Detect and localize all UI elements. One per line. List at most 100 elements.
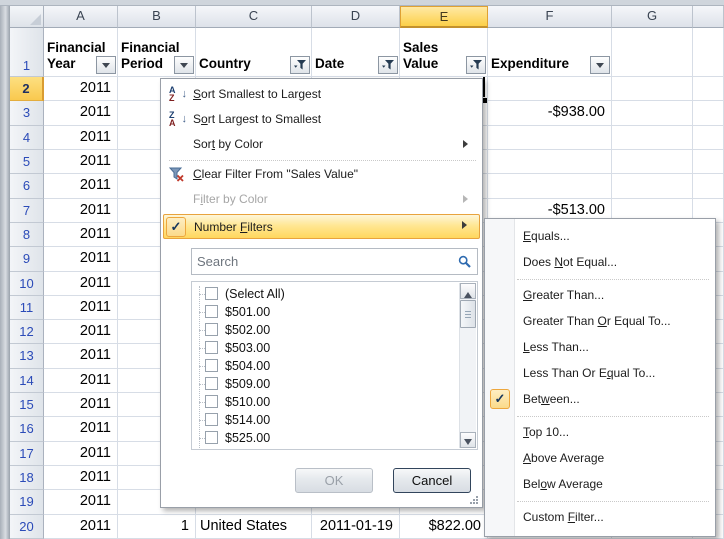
row-header-4[interactable]: 4 xyxy=(10,126,44,150)
cell-G4[interactable] xyxy=(612,126,693,150)
cell-A7[interactable]: 2011 xyxy=(44,199,118,223)
submenu-item-custom-filter[interactable]: Custom Filter... xyxy=(487,506,715,528)
list-item-partial[interactable] xyxy=(192,447,442,450)
cell-A16[interactable]: 2011 xyxy=(44,417,118,441)
cell-E20[interactable]: $822.00 xyxy=(400,515,488,539)
cell-A17[interactable]: 2011 xyxy=(44,442,118,466)
cell-G2[interactable] xyxy=(612,77,693,101)
cell-A18[interactable]: 2011 xyxy=(44,466,118,490)
search-input[interactable] xyxy=(197,252,447,271)
cancel-button[interactable]: Cancel xyxy=(393,468,471,493)
scroll-up-button[interactable] xyxy=(460,283,476,299)
checkbox[interactable] xyxy=(205,377,218,390)
list-item-501-00[interactable]: $501.00 xyxy=(192,303,442,321)
checkbox[interactable] xyxy=(205,305,218,318)
list-item-502-00[interactable]: $502.00 xyxy=(192,321,442,339)
cell-A10[interactable]: 2011 xyxy=(44,272,118,296)
cell-A2[interactable]: 2011 xyxy=(44,77,118,101)
cell-A9[interactable]: 2011 xyxy=(44,247,118,271)
menu-item-sort-smallest-to-largest[interactable]: AZ↓Sort Smallest to Largest xyxy=(163,84,480,105)
list-item-503-00[interactable]: $503.00 xyxy=(192,339,442,357)
row-header-5[interactable]: 5 xyxy=(10,150,44,174)
checkbox[interactable] xyxy=(205,323,218,336)
filter-button-sales-value[interactable] xyxy=(466,56,486,74)
cell-H6[interactable] xyxy=(693,174,724,198)
header-cell-sales-value[interactable]: Sales Value xyxy=(400,28,488,77)
row-header-14[interactable]: 14 xyxy=(10,369,44,393)
row-header-3[interactable]: 3 xyxy=(10,101,44,125)
cell-A3[interactable]: 2011 xyxy=(44,101,118,125)
filter-button-expenditure[interactable] xyxy=(590,56,610,74)
cell-B20[interactable]: 1 xyxy=(118,515,196,539)
cell-F6[interactable] xyxy=(488,174,612,198)
row-header-18[interactable]: 18 xyxy=(10,466,44,490)
header-cell-financial-year[interactable]: Financial Year xyxy=(44,28,118,77)
column-header-C[interactable]: C xyxy=(196,6,312,28)
filter-button-financial-year[interactable] xyxy=(96,56,116,74)
checkbox[interactable] xyxy=(205,413,218,426)
list-item-514-00[interactable]: $514.00 xyxy=(192,411,442,429)
submenu-item-between[interactable]: ✓Between... xyxy=(487,388,715,410)
submenu-item-above-average[interactable]: Above Average xyxy=(487,447,715,469)
row-header-15[interactable]: 15 xyxy=(10,393,44,417)
scroll-down-button[interactable] xyxy=(460,432,476,448)
row-header-16[interactable]: 16 xyxy=(10,417,44,441)
cell-G3[interactable] xyxy=(612,101,693,125)
menu-item-sort-by-color[interactable]: Sort by Color xyxy=(163,134,480,155)
filter-button-country[interactable] xyxy=(290,56,310,74)
checkbox[interactable] xyxy=(205,449,218,450)
column-header-partial[interactable] xyxy=(693,6,724,28)
header-cell-financial-period[interactable]: Financial Period xyxy=(118,28,196,77)
cell-H4[interactable] xyxy=(693,126,724,150)
cell-F4[interactable] xyxy=(488,126,612,150)
column-header-G[interactable]: G xyxy=(612,6,693,28)
row-header-9[interactable]: 9 xyxy=(10,247,44,271)
checkbox[interactable] xyxy=(205,395,218,408)
cell-H5[interactable] xyxy=(693,150,724,174)
select-all-corner[interactable] xyxy=(10,6,44,28)
cell-A12[interactable]: 2011 xyxy=(44,320,118,344)
row-header-13[interactable]: 13 xyxy=(10,344,44,368)
row-header-1[interactable]: 1 xyxy=(10,28,44,77)
column-header-B[interactable]: B xyxy=(118,6,196,28)
menu-item-clear-filter-from-sales-value[interactable]: Clear Filter From "Sales Value" xyxy=(163,164,480,185)
filter-button-date[interactable] xyxy=(378,56,398,74)
cell-F3[interactable]: -$938.00 xyxy=(488,101,612,125)
submenu-item-greater-than[interactable]: Greater Than... xyxy=(487,284,715,306)
submenu-item-below-average[interactable]: Below Average xyxy=(487,473,715,495)
checkbox[interactable] xyxy=(205,341,218,354)
column-header-E[interactable]: E xyxy=(400,6,488,28)
submenu-item-does-not-equal[interactable]: Does Not Equal... xyxy=(487,251,715,273)
checkbox[interactable] xyxy=(205,287,218,300)
cell-G6[interactable] xyxy=(612,174,693,198)
list-item-510-00[interactable]: $510.00 xyxy=(192,393,442,411)
cell-A6[interactable]: 2011 xyxy=(44,174,118,198)
cell-C20[interactable]: United States xyxy=(196,515,312,539)
row-header-2[interactable]: 2 xyxy=(10,77,44,101)
cell-A14[interactable]: 2011 xyxy=(44,369,118,393)
submenu-item-equals[interactable]: Equals... xyxy=(487,225,715,247)
row-header-17[interactable]: 17 xyxy=(10,442,44,466)
cell-A8[interactable]: 2011 xyxy=(44,223,118,247)
cell-A19[interactable]: 2011 xyxy=(44,490,118,514)
submenu-item-greater-than-or-equal-to[interactable]: Greater Than Or Equal To... xyxy=(487,310,715,332)
row-header-7[interactable]: 7 xyxy=(10,199,44,223)
header-cell-expenditure[interactable]: Expenditure xyxy=(488,28,612,77)
header-cell-country[interactable]: Country xyxy=(196,28,312,77)
list-item-select-all[interactable]: (Select All) xyxy=(192,285,442,303)
submenu-item-less-than[interactable]: Less Than... xyxy=(487,336,715,358)
header-cell-date[interactable]: Date xyxy=(312,28,400,77)
cell-G1[interactable] xyxy=(612,28,693,77)
cell-H1[interactable] xyxy=(693,28,724,77)
row-header-19[interactable]: 19 xyxy=(10,490,44,514)
row-header-10[interactable]: 10 xyxy=(10,272,44,296)
menu-item-number-filters[interactable]: ✓Number Filters xyxy=(163,214,480,239)
resize-grip-icon[interactable] xyxy=(468,494,480,506)
row-header-11[interactable]: 11 xyxy=(10,296,44,320)
row-header-20[interactable]: 20 xyxy=(10,515,44,539)
ok-button[interactable]: OK xyxy=(295,468,373,493)
list-item-525-00[interactable]: $525.00 xyxy=(192,429,442,447)
cell-A4[interactable]: 2011 xyxy=(44,126,118,150)
cell-A13[interactable]: 2011 xyxy=(44,344,118,368)
menu-item-sort-largest-to-smallest[interactable]: ZA↓Sort Largest to Smallest xyxy=(163,109,480,130)
